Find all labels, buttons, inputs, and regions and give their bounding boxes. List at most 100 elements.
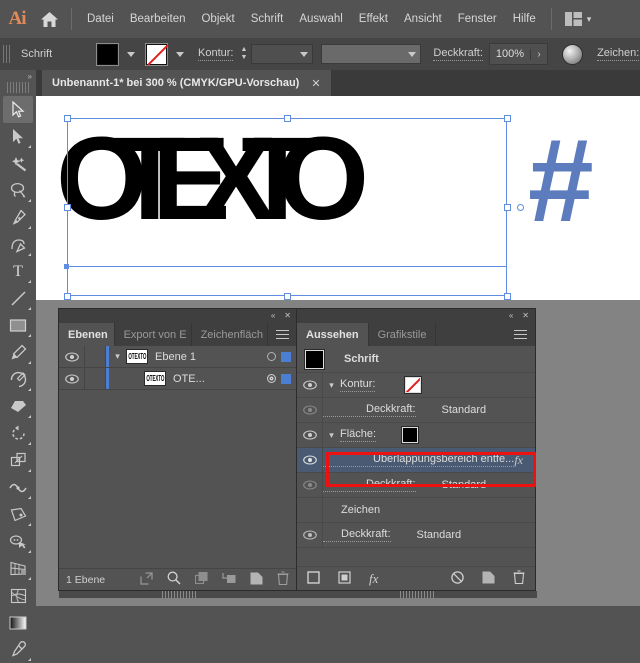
gradient-tool[interactable] bbox=[3, 609, 33, 636]
shape-builder-tool[interactable] bbox=[3, 528, 33, 555]
home-icon[interactable] bbox=[34, 11, 64, 28]
selection-handle-top-center[interactable] bbox=[283, 114, 291, 122]
rotate-tool[interactable] bbox=[3, 420, 33, 447]
menu-item-hilfe[interactable]: Hilfe bbox=[505, 10, 544, 28]
direct-selection-tool[interactable] bbox=[3, 123, 33, 150]
menu-item-ansicht[interactable]: Ansicht bbox=[396, 10, 450, 28]
recolor-artwork-icon[interactable] bbox=[562, 43, 584, 65]
eraser-tool[interactable] bbox=[3, 393, 33, 420]
line-segment-tool[interactable] bbox=[3, 285, 33, 312]
table-row[interactable]: ▾ OTEXTO Ebene 1 bbox=[59, 346, 297, 368]
stroke-weight-chevron-down-icon[interactable] bbox=[300, 51, 309, 57]
appearance-row-characters[interactable]: Zeichen bbox=[297, 498, 535, 523]
character-panel-label[interactable]: Zeichen: bbox=[597, 47, 640, 61]
close-icon[interactable]: ✕ bbox=[522, 312, 529, 320]
appearance-panel-header[interactable]: « ✕ bbox=[297, 309, 535, 323]
collapse-icon[interactable]: « bbox=[271, 312, 275, 320]
delete-selection-icon[interactable] bbox=[277, 571, 289, 588]
text-anchor-point[interactable] bbox=[517, 203, 524, 211]
fill-label[interactable]: Fläche: bbox=[340, 428, 377, 442]
layer-name[interactable]: Ebene 1 bbox=[148, 351, 261, 363]
collapse-icon[interactable]: « bbox=[509, 312, 513, 320]
add-new-stroke-icon[interactable] bbox=[307, 570, 320, 587]
stroke-expand-chevron-down-icon[interactable]: ▾ bbox=[323, 380, 340, 391]
menu-item-objekt[interactable]: Objekt bbox=[193, 10, 242, 28]
mesh-tool[interactable] bbox=[3, 582, 33, 609]
appearance-row-stroke[interactable]: ▾ Kontur: bbox=[297, 373, 535, 398]
width-tool[interactable] bbox=[3, 474, 33, 501]
object-opacity-visibility-toggle[interactable] bbox=[297, 523, 323, 547]
tools-panel-collapse[interactable]: » bbox=[0, 70, 36, 82]
effect-visibility-toggle[interactable] bbox=[297, 448, 323, 472]
appearance-row-fill[interactable]: ▾ Fläche: bbox=[297, 423, 535, 448]
menu-item-datei[interactable]: Datei bbox=[79, 10, 122, 28]
locate-object-icon[interactable] bbox=[167, 571, 181, 588]
tab-export-von-e[interactable]: Export von E bbox=[115, 323, 192, 346]
table-row[interactable]: OTEXTO OTE... bbox=[59, 368, 297, 390]
stroke-color-swatch[interactable] bbox=[404, 376, 423, 394]
effect-name-label[interactable]: Überlappungsbereich entfe... bbox=[323, 453, 515, 467]
workspace-switcher[interactable]: ▾ bbox=[564, 12, 591, 26]
layer-lock-toggle[interactable] bbox=[85, 346, 106, 367]
layers-panel-header[interactable]: « ✕ bbox=[59, 309, 297, 323]
shaper-tool[interactable] bbox=[3, 366, 33, 393]
stroke-opacity-label[interactable]: Deckkraft: bbox=[323, 403, 416, 417]
tab-aussehen[interactable]: Aussehen bbox=[297, 323, 369, 346]
selection-handle-top-right[interactable] bbox=[503, 114, 511, 122]
object-opacity-label[interactable]: Deckkraft: bbox=[323, 528, 391, 542]
close-icon[interactable]: ✕ bbox=[284, 312, 291, 320]
stroke-profile-select[interactable] bbox=[321, 44, 422, 64]
layer-target-indicator[interactable] bbox=[261, 352, 281, 361]
fill-swatch-chevron-down-icon[interactable] bbox=[127, 51, 135, 57]
layer-expand-chevron-down-icon[interactable]: ▾ bbox=[109, 351, 126, 362]
duplicate-selected-item-icon[interactable] bbox=[482, 571, 495, 587]
eyedropper-tool[interactable] bbox=[3, 636, 33, 663]
layer-lock-toggle[interactable] bbox=[85, 368, 106, 389]
object-name[interactable]: OTE... bbox=[166, 373, 261, 385]
appearance-panel-scrollbar[interactable] bbox=[297, 591, 537, 598]
menu-item-effekt[interactable]: Effekt bbox=[351, 10, 396, 28]
characters-label[interactable]: Zeichen bbox=[323, 504, 380, 516]
perspective-grid-tool[interactable] bbox=[3, 555, 33, 582]
selection-handle-middle-left[interactable] bbox=[63, 203, 71, 211]
fill-color-swatch[interactable] bbox=[401, 426, 420, 444]
stroke-swatch-chevron-down-icon[interactable] bbox=[176, 51, 184, 57]
stroke-weight-stepper[interactable]: ▲ ▼ bbox=[240, 46, 247, 61]
menu-item-schrift[interactable]: Schrift bbox=[243, 10, 292, 28]
curvature-tool[interactable] bbox=[3, 231, 33, 258]
artwork-hash-symbol[interactable]: # bbox=[528, 122, 594, 240]
paintbrush-tool[interactable] bbox=[3, 339, 33, 366]
document-tab[interactable]: Unbenannt-1* bei 300 % (CMYK/GPU-Vorscha… bbox=[42, 70, 331, 96]
stroke-opacity-visibility-toggle[interactable] bbox=[297, 398, 323, 422]
fill-expand-chevron-down-icon[interactable]: ▾ bbox=[323, 430, 340, 441]
selection-handle-bottom-left[interactable] bbox=[63, 292, 71, 300]
create-sublayer-icon[interactable] bbox=[222, 572, 236, 588]
stroke-label[interactable]: Kontur: bbox=[340, 378, 376, 392]
selection-handle-bottom-right[interactable] bbox=[503, 292, 511, 300]
appearance-panel-menu-button[interactable] bbox=[506, 323, 535, 346]
tab-grafikstile[interactable]: Grafikstile bbox=[369, 323, 437, 346]
selection-handle-bottom-center[interactable] bbox=[283, 292, 291, 300]
appearance-row-effect[interactable]: Überlappungsbereich entfe... fx bbox=[297, 448, 535, 473]
opacity-expand-icon[interactable]: › bbox=[530, 48, 547, 60]
artboard[interactable]: OTEXTO # bbox=[36, 96, 640, 300]
lasso-tool[interactable] bbox=[3, 177, 33, 204]
close-icon[interactable]: ✕ bbox=[311, 77, 320, 90]
menu-item-bearbeiten[interactable]: Bearbeiten bbox=[122, 10, 194, 28]
selection-tool[interactable] bbox=[3, 96, 33, 123]
layer-visibility-toggle[interactable] bbox=[59, 346, 85, 367]
magic-wand-tool[interactable] bbox=[3, 150, 33, 177]
fill-opacity-visibility-toggle[interactable] bbox=[297, 473, 323, 497]
clear-appearance-icon[interactable] bbox=[451, 570, 464, 587]
layers-panel-menu-button[interactable] bbox=[268, 323, 297, 346]
tools-panel-grip[interactable] bbox=[7, 82, 29, 93]
fill-visibility-toggle[interactable] bbox=[297, 423, 323, 447]
tab-zeichenflaechen[interactable]: Zeichenfläch bbox=[192, 323, 268, 346]
effect-fx-icon[interactable]: fx bbox=[514, 453, 535, 468]
appearance-row-fill-opacity[interactable]: Deckkraft: Standard bbox=[297, 473, 535, 498]
selection-handle-middle-right[interactable] bbox=[503, 203, 511, 211]
menu-item-fenster[interactable]: Fenster bbox=[450, 10, 505, 28]
appearance-row-object-type[interactable]: Schrift bbox=[297, 346, 535, 373]
control-bar-grip[interactable] bbox=[3, 45, 11, 63]
stroke-profile-chevron-down-icon[interactable] bbox=[408, 51, 417, 57]
